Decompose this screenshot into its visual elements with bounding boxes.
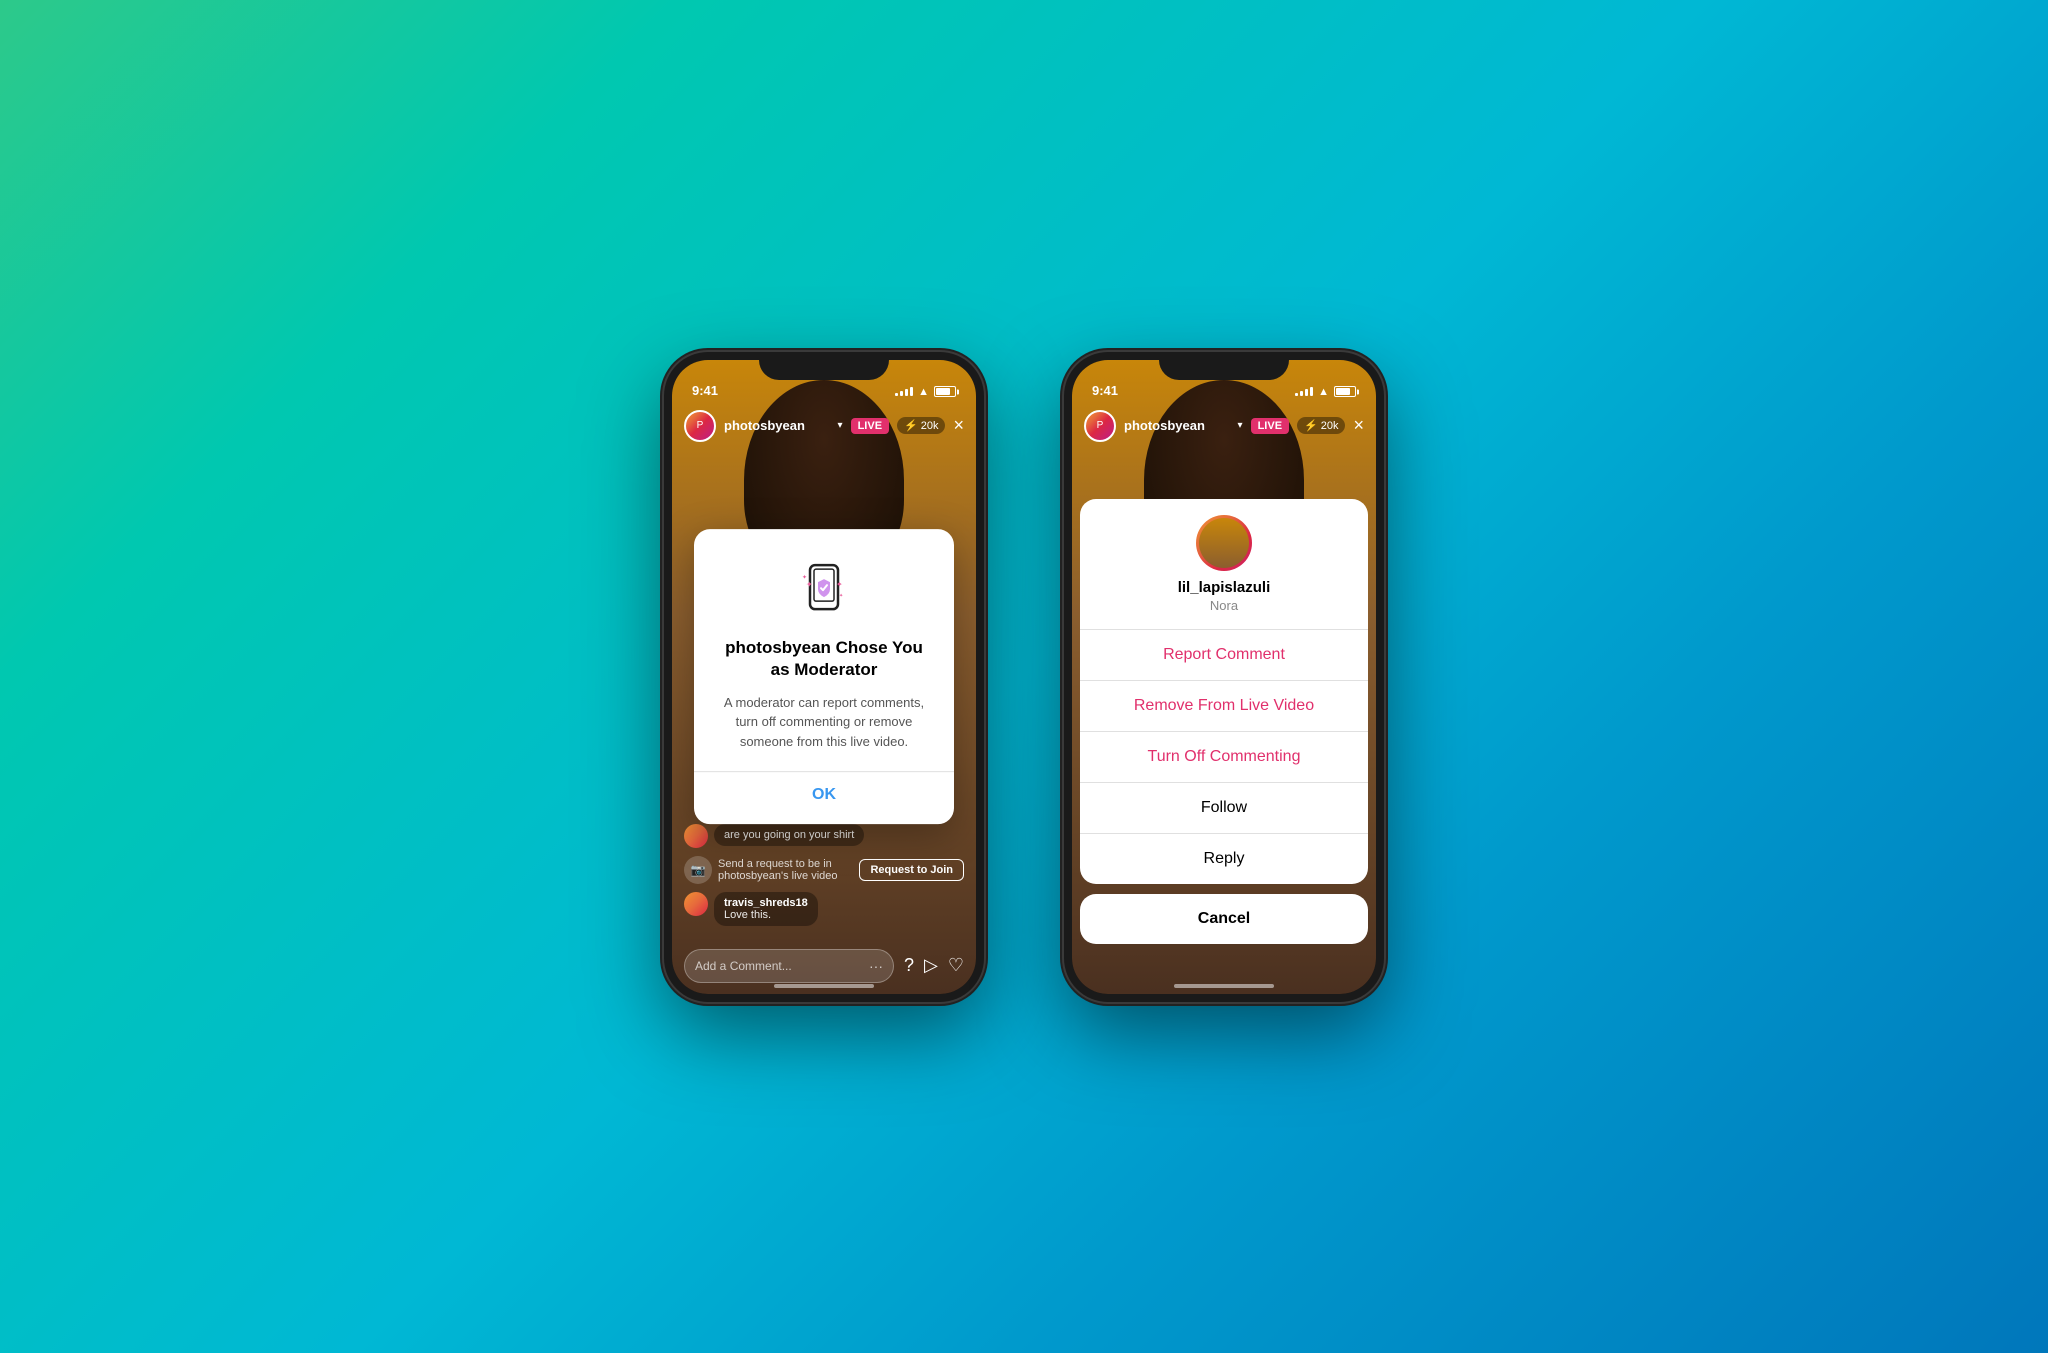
viewers-badge: ⚡ 20k (897, 417, 945, 434)
comment-bubble-2: travis_shreds18 Love this. (714, 892, 818, 926)
report-comment-button[interactable]: Report Comment (1080, 630, 1368, 681)
heart-icon[interactable]: ♡ (948, 955, 964, 976)
user-avatar: P (684, 410, 716, 442)
phones-container: 9:41 ▲ P (664, 352, 1384, 1002)
status-icons: ▲ (895, 386, 956, 398)
request-join-text: Send a request to be in photosbyean's li… (718, 858, 853, 882)
status-bar-2: 9:41 ▲ (1072, 360, 1376, 404)
signal-bar-4 (910, 387, 913, 396)
more-options-icon[interactable]: ··· (869, 958, 883, 974)
live-badge-2: LIVE (1251, 418, 1289, 434)
remove-from-live-button[interactable]: Remove From Live Video (1080, 681, 1368, 732)
action-sheet: lil_lapislazuli Nora Report Comment Remo… (1080, 499, 1368, 944)
close-button[interactable]: × (953, 415, 964, 436)
status-bar: 9:41 ▲ (672, 360, 976, 404)
comment-text: are you going on your shirt (724, 829, 854, 841)
comment-input-placeholder: Add a Comment... (695, 959, 863, 973)
viewers-badge-2: ⚡ 20k (1297, 417, 1345, 434)
action-realname: Nora (1096, 598, 1352, 613)
phone-2: 9:41 ▲ P (1064, 352, 1384, 1002)
user-avatar-2: P (1084, 410, 1116, 442)
battery-icon (934, 386, 956, 397)
action-user-avatar-inner (1199, 518, 1249, 568)
action-sheet-main: lil_lapislazuli Nora Report Comment Remo… (1080, 499, 1368, 884)
signal-bar-3 (905, 389, 908, 396)
status-time-2: 9:41 (1092, 383, 1118, 398)
request-join-icon: 📷 (684, 856, 712, 884)
comment-item: are you going on your shirt (684, 824, 964, 848)
action-user-avatar (1196, 515, 1252, 571)
signal-bar-1 (895, 393, 898, 396)
svg-text:✦: ✦ (806, 580, 813, 589)
modal-title: photosbyean Chose You as Moderator (714, 637, 934, 681)
cancel-button[interactable]: Cancel (1080, 894, 1368, 944)
username-label-2: photosbyean (1124, 418, 1230, 433)
signal-bar-2b (1300, 391, 1303, 396)
battery-fill (936, 388, 950, 395)
modal-ok-button[interactable]: OK (714, 786, 934, 804)
comment-avatar-2 (684, 892, 708, 916)
svg-text:✦: ✦ (836, 580, 843, 589)
question-icon[interactable]: ? (904, 955, 914, 976)
bolt-icon: ⚡ (904, 419, 918, 432)
wifi-icon: ▲ (918, 386, 929, 398)
signal-bar-2 (900, 391, 903, 396)
username-label: photosbyean (724, 418, 830, 433)
signal-bar-4b (1310, 387, 1313, 396)
comment-avatar (684, 824, 708, 848)
live-topbar-2: P photosbyean ▾ LIVE ⚡ 20k × (1072, 404, 1376, 448)
home-indicator-2 (1174, 984, 1274, 988)
action-username: lil_lapislazuli (1096, 579, 1352, 596)
svg-text:✦: ✦ (802, 574, 807, 581)
status-time: 9:41 (692, 383, 718, 398)
viewer-count-2: 20k (1321, 420, 1339, 432)
modal-body: A moderator can report comments, turn of… (714, 693, 934, 752)
shield-icon-wrap: ✦ ✦ ✦ ✦ (792, 557, 856, 621)
signal-bars-2 (1295, 387, 1313, 396)
viewer-count: 20k (921, 420, 939, 432)
moderator-modal: ✦ ✦ ✦ ✦ photosbyean Chose You as Moderat… (694, 529, 954, 825)
status-icons-2: ▲ (1295, 386, 1356, 398)
battery-fill-2 (1336, 388, 1350, 395)
signal-bar-1b (1295, 393, 1298, 396)
follow-button[interactable]: Follow (1080, 783, 1368, 834)
battery-icon-2 (1334, 386, 1356, 397)
home-indicator (774, 984, 874, 988)
chevron-down-icon[interactable]: ▾ (838, 420, 843, 431)
request-join-bar: 📷 Send a request to be in photosbyean's … (684, 856, 964, 884)
bolt-icon-2: ⚡ (1304, 419, 1318, 432)
close-button-2[interactable]: × (1353, 415, 1364, 436)
phone-1: 9:41 ▲ P (664, 352, 984, 1002)
signal-bars (895, 387, 913, 396)
comment-text-2: Love this. (724, 909, 808, 921)
reply-button[interactable]: Reply (1080, 834, 1368, 884)
comment-input[interactable]: Add a Comment... ··· (684, 949, 894, 983)
turn-off-commenting-button[interactable]: Turn Off Commenting (1080, 732, 1368, 783)
phone-1-screen: 9:41 ▲ P (672, 360, 976, 994)
shield-icon: ✦ ✦ ✦ ✦ (792, 557, 856, 621)
live-topbar: P photosbyean ▾ LIVE ⚡ 20k × (672, 404, 976, 448)
comment-item-2: travis_shreds18 Love this. (684, 892, 964, 926)
send-icon[interactable]: ▷ (924, 955, 938, 976)
live-badge: LIVE (851, 418, 889, 434)
comment-bubble: are you going on your shirt (714, 824, 864, 846)
wifi-icon-2: ▲ (1318, 386, 1329, 398)
modal-divider (694, 771, 954, 772)
svg-text:✦: ✦ (839, 593, 843, 599)
signal-bar-3b (1305, 389, 1308, 396)
comments-area: are you going on your shirt 📷 Send a req… (672, 824, 976, 934)
phone-2-screen: 9:41 ▲ P (1072, 360, 1376, 994)
comment-username: travis_shreds18 (724, 897, 808, 909)
request-to-join-button[interactable]: Request to Join (859, 859, 964, 881)
action-sheet-user: lil_lapislazuli Nora (1080, 499, 1368, 630)
chevron-down-icon-2[interactable]: ▾ (1238, 420, 1243, 431)
